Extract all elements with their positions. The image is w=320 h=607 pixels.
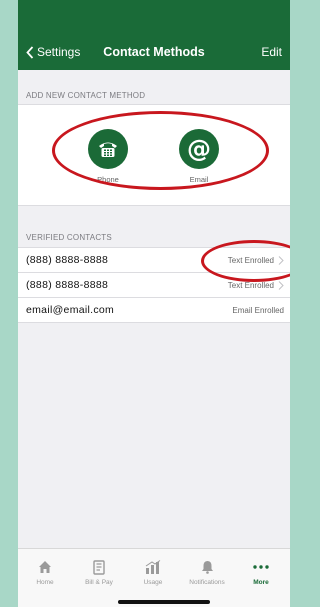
bell-icon bbox=[180, 557, 234, 577]
add-section-header: ADD NEW CONTACT METHOD bbox=[26, 91, 146, 100]
home-indicator[interactable] bbox=[118, 600, 210, 604]
edit-button[interactable]: Edit bbox=[261, 45, 282, 59]
bill-icon bbox=[72, 557, 126, 577]
contact-status: Email Enrolled bbox=[232, 306, 284, 315]
navigation-bar: Settings Contact Methods Edit bbox=[18, 36, 290, 70]
contact-row[interactable]: email@email.com Email Enrolled bbox=[18, 298, 290, 323]
tab-label: Notifications bbox=[189, 579, 225, 586]
tab-bar: Home Bill & Pay Usage Notifications More bbox=[18, 548, 290, 607]
chevron-right-icon bbox=[278, 280, 284, 290]
status-label: Email Enrolled bbox=[232, 305, 284, 315]
house-icon bbox=[18, 557, 72, 577]
tab-bill-pay[interactable]: Bill & Pay bbox=[72, 557, 126, 586]
back-label: Settings bbox=[37, 45, 81, 59]
back-button[interactable]: Settings bbox=[26, 45, 80, 59]
tab-label: More bbox=[253, 579, 269, 586]
tab-usage[interactable]: Usage bbox=[126, 557, 180, 586]
status-bar bbox=[18, 0, 290, 36]
tab-home[interactable]: Home bbox=[18, 557, 72, 586]
tab-label: Bill & Pay bbox=[85, 579, 113, 586]
tab-label: Usage bbox=[143, 579, 163, 586]
contact-value: (888) 8888-8888 bbox=[26, 254, 109, 266]
tab-label: Home bbox=[36, 579, 54, 586]
contact-value: email@email.com bbox=[26, 304, 115, 316]
more-dots-icon bbox=[234, 557, 288, 577]
tab-notifications[interactable]: Notifications bbox=[180, 557, 234, 586]
highlight-circle-add-methods bbox=[52, 111, 269, 190]
phone-screen: Settings Contact Methods Edit ADD NEW CO… bbox=[18, 0, 290, 607]
tab-more[interactable]: More bbox=[234, 557, 288, 586]
contact-value: (888) 8888-8888 bbox=[26, 279, 109, 291]
chevron-left-icon bbox=[26, 45, 34, 59]
usage-chart-icon bbox=[126, 557, 180, 577]
